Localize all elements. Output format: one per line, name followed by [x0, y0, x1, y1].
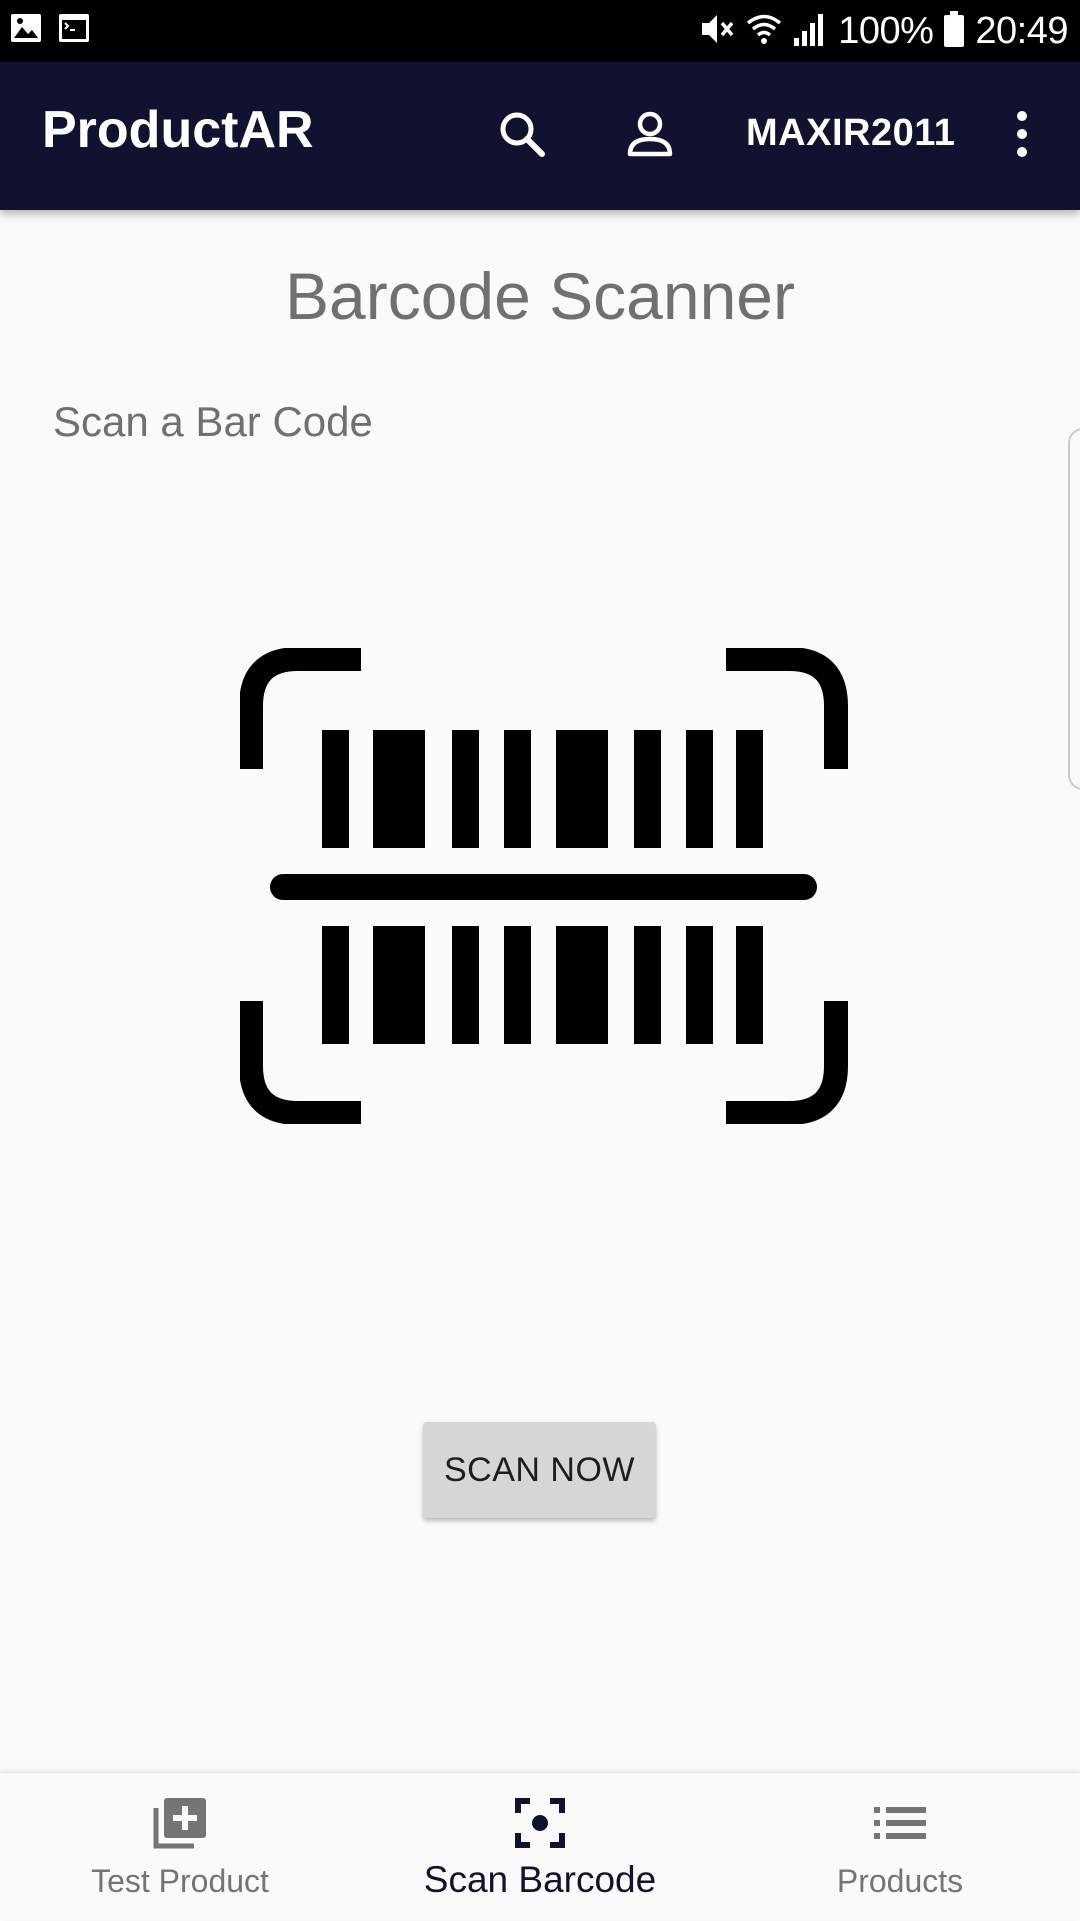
nav-label-test-product: Test Product — [91, 1863, 269, 1899]
nav-label-scan-barcode: Scan Barcode — [423, 1859, 657, 1900]
bottom-navigation: Test Product Scan Barcode Products — [0, 1772, 1080, 1920]
battery-percent: 100% — [838, 9, 934, 52]
gallery-icon — [10, 12, 42, 49]
center-focus-icon — [514, 1797, 566, 1854]
search-button[interactable] — [488, 102, 556, 170]
battery-icon — [943, 10, 965, 53]
search-icon — [496, 108, 548, 165]
app-title: ProductAR — [42, 101, 314, 159]
terminal-icon — [58, 12, 90, 49]
account-button[interactable] — [616, 102, 684, 170]
nav-label-products: Products — [836, 1863, 964, 1899]
nav-scan-barcode[interactable]: Scan Barcode — [360, 1773, 720, 1921]
more-vert-icon — [1012, 110, 1032, 163]
wifi-icon — [746, 10, 782, 53]
page-subtitle: Scan a Bar Code — [53, 398, 373, 445]
nav-products[interactable]: Products — [720, 1773, 1080, 1921]
account-icon — [625, 109, 675, 164]
page-title: Barcode Scanner — [285, 259, 795, 333]
signal-icon — [792, 10, 828, 53]
mute-icon — [698, 10, 736, 53]
add-to-library-icon — [152, 1796, 208, 1855]
barcode-scan-icon — [239, 647, 848, 1129]
list-icon — [874, 1805, 926, 1846]
clock: 20:49 — [975, 9, 1068, 52]
username-button[interactable]: MAXIR2011 — [746, 112, 955, 155]
status-bar: 100% 20:49 — [0, 0, 1080, 62]
nav-test-product[interactable]: Test Product — [0, 1773, 360, 1921]
overflow-menu-button[interactable] — [1000, 102, 1044, 170]
app-bar: ProductAR MAXIR2011 — [0, 62, 1080, 210]
scan-now-button[interactable]: SCAN NOW — [423, 1422, 656, 1518]
edge-panel-handle[interactable] — [1068, 428, 1080, 790]
